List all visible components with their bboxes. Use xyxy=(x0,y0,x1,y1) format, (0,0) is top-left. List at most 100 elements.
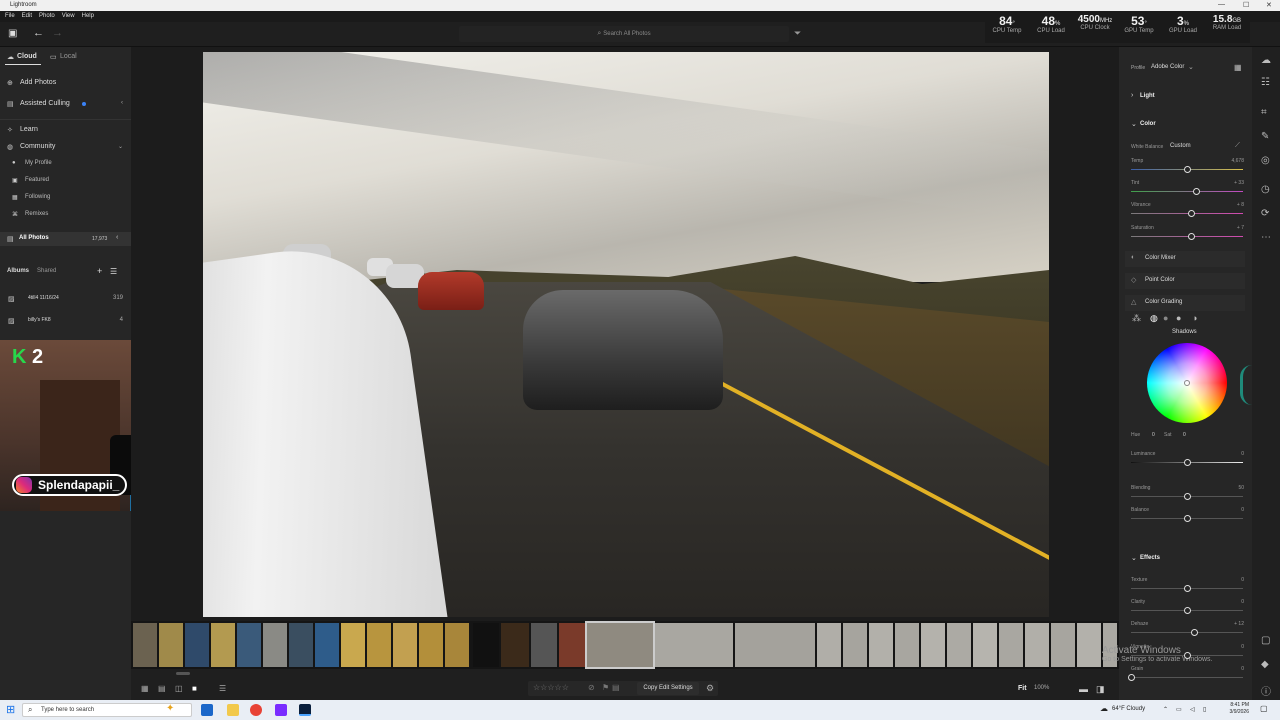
filmstrip-thumb[interactable] xyxy=(1077,623,1101,667)
presets-icon[interactable]: ⟳ xyxy=(1261,208,1269,219)
eyedropper-icon[interactable]: ⟋ xyxy=(1235,142,1240,150)
effect-grain-value[interactable]: 0 xyxy=(1228,666,1244,672)
file-explorer-icon[interactable] xyxy=(227,704,239,716)
panel-toggle-icon[interactable]: ▣ xyxy=(8,28,17,39)
star-rating-icon[interactable]: ☆☆☆☆☆ xyxy=(533,683,569,692)
all-photos-row[interactable]: ▤ All Photos 17,973 ‹ xyxy=(0,232,131,246)
search-input[interactable]: ⌕ Search All Photos xyxy=(459,26,789,42)
edit-sliders-icon[interactable]: ☷ xyxy=(1261,77,1270,88)
color-temp-slider[interactable] xyxy=(1131,166,1243,173)
main-photo[interactable] xyxy=(203,52,1049,617)
filmstrip-thumb[interactable] xyxy=(655,623,733,667)
filmstrip-thumb-selected[interactable] xyxy=(585,621,655,669)
filmstrip-thumb[interactable] xyxy=(843,623,867,667)
effect-vignette-slider-handle[interactable] xyxy=(1184,652,1191,659)
midtones-wheel-icon[interactable]: ● xyxy=(1163,313,1168,323)
white-balance-dropdown[interactable]: Custom xyxy=(1170,143,1191,149)
filmstrip-thumb[interactable] xyxy=(999,623,1023,667)
info-icon[interactable]: ▤ xyxy=(612,683,620,692)
filter-icon[interactable]: ⏷ xyxy=(794,28,801,39)
notifications-icon[interactable]: ▢ xyxy=(1260,704,1268,713)
copy-edit-settings-button[interactable]: Copy Edit Settings xyxy=(637,682,699,695)
filmstrip-thumb[interactable] xyxy=(869,623,893,667)
split-view-icon[interactable]: ◨ xyxy=(1096,684,1105,695)
menu-view[interactable]: View xyxy=(60,11,77,21)
shadows-wheel-icon[interactable]: ◍ xyxy=(1150,313,1158,324)
volume-icon[interactable]: ◁ xyxy=(1190,706,1195,713)
crop-icon[interactable]: ⌗ xyxy=(1261,107,1267,118)
filmstrip-thumb[interactable] xyxy=(921,623,945,667)
filmstrip-thumb[interactable] xyxy=(393,623,417,667)
network-icon[interactable]: ▭ xyxy=(1176,706,1182,713)
menu-photo[interactable]: Photo xyxy=(37,11,57,21)
color-saturation-slider[interactable] xyxy=(1131,233,1243,240)
balance-slider-handle[interactable] xyxy=(1184,515,1191,522)
tag-icon[interactable]: ◆ xyxy=(1261,659,1269,670)
effect-texture-slider-handle[interactable] xyxy=(1184,585,1191,592)
effect-vignette-value[interactable]: 0 xyxy=(1228,644,1244,650)
luminance-value[interactable]: 0 xyxy=(1228,451,1244,457)
filmstrip-thumb[interactable] xyxy=(501,623,529,667)
history-icon[interactable]: ◷ xyxy=(1261,184,1270,195)
streaming-app-icon[interactable] xyxy=(275,704,287,716)
color-vibrance-slider[interactable] xyxy=(1131,210,1243,217)
more-icon[interactable]: ⋯ xyxy=(1261,232,1271,243)
effect-grain-slider[interactable] xyxy=(1128,674,1243,681)
filmstrip-thumb[interactable] xyxy=(289,623,313,667)
effect-clarity-slider-handle[interactable] xyxy=(1184,607,1191,614)
color-saturation-value[interactable]: + 7 xyxy=(1228,225,1244,231)
close-button[interactable]: ✕ xyxy=(1266,1,1272,9)
filmstrip-thumb[interactable] xyxy=(419,623,443,667)
zoom-level[interactable]: 100% xyxy=(1034,685,1049,691)
effect-texture-slider[interactable] xyxy=(1131,585,1243,592)
effect-dehaze-value[interactable]: + 12 xyxy=(1228,621,1244,627)
masking-icon[interactable]: ◎ xyxy=(1261,155,1270,166)
profile-dropdown[interactable]: Adobe Color xyxy=(1151,64,1184,70)
filmstrip-thumb[interactable] xyxy=(211,623,235,667)
filmstrip-thumb[interactable] xyxy=(473,623,499,667)
effect-vignette-slider[interactable] xyxy=(1131,652,1243,659)
effect-clarity-slider[interactable] xyxy=(1131,607,1243,614)
help-icon[interactable]: ▢ xyxy=(1261,635,1270,646)
chrome-icon[interactable] xyxy=(250,704,262,716)
effects-section[interactable]: Effects xyxy=(1140,555,1160,561)
color-temp-value[interactable]: 4,678 xyxy=(1228,158,1244,164)
filmstrip-thumb[interactable] xyxy=(895,623,919,667)
effect-texture-value[interactable]: 0 xyxy=(1228,577,1244,583)
highlights-wheel-icon[interactable]: ● xyxy=(1176,313,1181,323)
balance-slider[interactable] xyxy=(1131,515,1243,522)
wheel-handle[interactable] xyxy=(1184,380,1190,386)
color-tint-slider[interactable] xyxy=(1131,188,1243,195)
info-panel-icon[interactable]: ⓘ xyxy=(1261,683,1271,698)
before-after-icon[interactable]: ▬ xyxy=(1079,684,1088,694)
forward-arrow-icon[interactable]: → xyxy=(52,27,63,39)
effect-dehaze-slider[interactable] xyxy=(1131,629,1243,636)
edge-app-icon[interactable] xyxy=(201,704,213,716)
healing-icon[interactable]: ✎ xyxy=(1261,131,1269,142)
color-tint-slider-handle[interactable] xyxy=(1192,188,1200,195)
grid-view-icon[interactable]: ▦ xyxy=(141,684,149,693)
filmstrip-thumb[interactable] xyxy=(159,623,183,667)
copilot-icon[interactable]: ✦ xyxy=(166,703,174,714)
filmstrip-thumb[interactable] xyxy=(133,623,157,667)
filmstrip-thumb[interactable] xyxy=(947,623,971,667)
color-grading-row[interactable]: △ Color Grading xyxy=(1125,295,1245,311)
maximize-button[interactable]: ☐ xyxy=(1243,1,1249,9)
minimize-button[interactable]: — xyxy=(1218,1,1225,8)
filmstrip-thumb[interactable] xyxy=(315,623,339,667)
global-wheel-icon[interactable]: ◑ xyxy=(1192,313,1197,323)
luminance-slider[interactable] xyxy=(1131,459,1243,466)
menu-file[interactable]: File xyxy=(3,11,17,21)
color-tint-value[interactable]: + 33 xyxy=(1228,180,1244,186)
hue-value[interactable]: 0 xyxy=(1152,432,1155,438)
point-color-row[interactable]: ◇ Point Color xyxy=(1125,273,1245,289)
clock[interactable]: 8:41 PM 3/9/2026 xyxy=(1223,702,1249,716)
blending-value[interactable]: 50 xyxy=(1228,485,1244,491)
filmstrip-thumb[interactable] xyxy=(263,623,287,667)
color-wheel[interactable] xyxy=(1147,343,1227,423)
scrollbar-thumb[interactable] xyxy=(176,672,190,675)
filmstrip-thumb[interactable] xyxy=(341,623,365,667)
balance-value[interactable]: 0 xyxy=(1228,507,1244,513)
blending-slider[interactable] xyxy=(1131,493,1243,500)
detail-view-icon[interactable]: ■ xyxy=(192,684,197,693)
